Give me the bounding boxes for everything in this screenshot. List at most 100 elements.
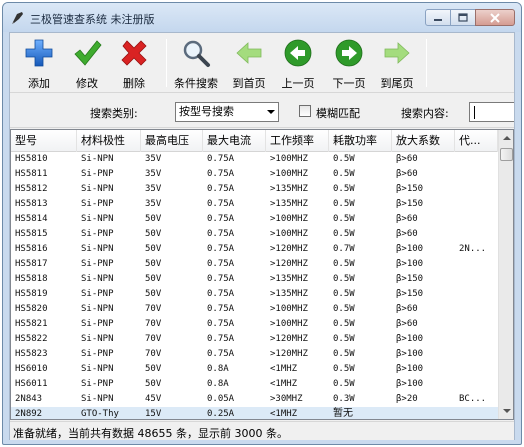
column-header[interactable]: 最高电压 xyxy=(141,130,203,152)
table-row[interactable]: HS5817 Si-PNP 50V 0.75A >120MHZ 0.5W β>100 xyxy=(11,257,498,272)
table-cell: >100MHZ xyxy=(270,304,308,314)
prev-page-button[interactable]: 上一页 xyxy=(272,35,324,91)
column-header[interactable]: 最大电流 xyxy=(203,130,266,152)
fuzzy-match-label: 模糊匹配 xyxy=(316,107,360,120)
table-cell: β>100 xyxy=(396,244,424,254)
table-cell: Si-PNP xyxy=(81,379,114,389)
scroll-down-button[interactable] xyxy=(499,403,513,419)
table-cell: β>60 xyxy=(396,319,418,329)
column-header[interactable]: 材料极性 xyxy=(77,130,141,152)
table-cell: Si-NPN xyxy=(81,184,114,194)
close-icon xyxy=(490,12,500,23)
table-row[interactable]: 2N843 Si-NPN 45V 0.05A >30MHZ 0.3W β>20 BC... xyxy=(11,392,498,407)
table-row[interactable]: HS5810 Si-NPN 35V 0.75A >100MHZ 0.5W β>60 xyxy=(11,152,498,167)
table-cell: 0.5W xyxy=(333,184,355,194)
table-cell: BC... xyxy=(459,394,487,404)
table-cell: 35V xyxy=(145,184,162,194)
table-cell: 50V xyxy=(145,379,162,389)
table-row[interactable]: HS6010 Si-NPN 50V 0.8A <1MHZ 0.5W β>100 xyxy=(11,362,498,377)
table-cell: 0.75A xyxy=(207,169,235,179)
column-header[interactable]: 放大系数 xyxy=(392,130,455,152)
first-page-button[interactable]: 到首页 xyxy=(223,35,275,91)
table-cell: Si-PNP xyxy=(81,319,114,329)
filter-search-button[interactable]: 条件搜索 xyxy=(170,35,222,91)
table-row[interactable]: HS5820 Si-NPN 70V 0.75A >100MHZ 0.5W β>60 xyxy=(11,302,498,317)
table-cell: <1MHZ xyxy=(270,379,298,389)
edit-button[interactable]: 修改 xyxy=(61,35,113,91)
maximize-button[interactable] xyxy=(450,9,476,26)
table-cell: 0.75A xyxy=(207,244,235,254)
table-row[interactable]: HS5815 Si-PNP 50V 0.75A >100MHZ 0.5W β>60 xyxy=(11,227,498,242)
table-cell: β>150 xyxy=(396,289,424,299)
table-cell: >135MHZ xyxy=(270,274,308,284)
search-content-label: 搜索内容: xyxy=(401,107,449,120)
table-cell: 0.75A xyxy=(207,229,235,239)
scroll-thumb[interactable] xyxy=(500,148,513,161)
delete-button[interactable]: 删除 xyxy=(108,35,160,91)
table-cell: HS5822 xyxy=(15,334,48,344)
next-page-icon xyxy=(335,39,363,67)
next-page-button[interactable]: 下一页 xyxy=(323,35,375,91)
column-header[interactable]: 型号 xyxy=(11,130,77,152)
table-row[interactable]: HS6011 Si-PNP 50V 0.8A <1MHZ 0.5W β>100 xyxy=(11,377,498,392)
search-content-input[interactable] xyxy=(469,102,514,122)
table-cell: 0.05A xyxy=(207,394,235,404)
table-cell xyxy=(455,272,498,287)
add-icon xyxy=(25,39,53,67)
table-cell: 70V xyxy=(145,349,162,359)
table-cell: 0.5W xyxy=(333,379,355,389)
table-cell: 0.5W xyxy=(333,289,355,299)
table-cell: GTO-Thy xyxy=(81,409,119,419)
table-row[interactable]: HS5816 Si-NPN 50V 0.75A >120MHZ 0.7W β>100 2N..… xyxy=(11,242,498,257)
column-header[interactable]: 工作频率 xyxy=(266,130,329,152)
table-cell: 0.5W xyxy=(333,334,355,344)
vertical-scrollbar[interactable] xyxy=(498,130,513,419)
window-title: 三极管速查系统 未注册版 xyxy=(30,13,155,26)
table-row[interactable]: HS5821 Si-PNP 70V 0.75A >100MHZ 0.5W β>60 xyxy=(11,317,498,332)
table-cell: 0.5W xyxy=(333,259,355,269)
table-row[interactable]: HS5812 Si-NPN 35V 0.75A >135MHZ 0.5W β>150 xyxy=(11,182,498,197)
table-cell: 50V xyxy=(145,289,162,299)
search-category-select[interactable]: 按型号搜索 xyxy=(175,102,279,122)
table-cell: >120MHZ xyxy=(270,334,308,344)
table-cell: 0.8A xyxy=(207,379,229,389)
search-category-value: 按型号搜索 xyxy=(179,105,234,118)
table-cell: Si-NPN xyxy=(81,154,114,164)
table-row[interactable]: HS5813 Si-PNP 35V 0.75A >135MHZ 0.5W β>150 xyxy=(11,197,498,212)
table-cell: HS5816 xyxy=(15,244,48,254)
table-cell: >120MHZ xyxy=(270,244,308,254)
text-caret xyxy=(474,106,475,119)
title-bar[interactable]: 三极管速查系统 未注册版 xyxy=(3,3,521,32)
table-cell: 0.75A xyxy=(207,319,235,329)
table-cell: Si-NPN xyxy=(81,334,114,344)
table-cell xyxy=(455,377,498,392)
first-page-icon xyxy=(236,42,262,64)
table-row[interactable]: HS5819 Si-PNP 50V 0.75A >135MHZ 0.5W β>150 xyxy=(11,287,498,302)
toolbar: 添加 修改 删除 条件搜索 到首页 上一页 下一页 到尾页 xyxy=(10,33,514,93)
minimize-button[interactable] xyxy=(425,9,451,26)
table-cell: 70V xyxy=(145,334,162,344)
last-page-label: 到尾页 xyxy=(380,77,414,90)
table-cell: 0.5W xyxy=(333,364,355,374)
table-cell: >135MHZ xyxy=(270,199,308,209)
column-header[interactable]: 耗散功率 xyxy=(329,130,392,152)
table-cell: HS6010 xyxy=(15,364,48,374)
table-row[interactable]: HS5823 Si-PNP 70V 0.75A >120MHZ 0.5W β>100 xyxy=(11,347,498,362)
table-row[interactable]: HS5811 Si-PNP 35V 0.75A >100MHZ 0.5W β>60 xyxy=(11,167,498,182)
table-row[interactable]: 2N892 GTO-Thy 15V 0.25A <1MHZ 暂无 xyxy=(11,407,498,419)
table-row[interactable]: HS5814 Si-NPN 50V 0.75A >100MHZ 0.5W β>60 xyxy=(11,212,498,227)
table-row[interactable]: HS5818 Si-NPN 50V 0.75A >135MHZ 0.5W β>150 xyxy=(11,272,498,287)
column-header[interactable]: 代... xyxy=(455,130,498,152)
table-cell: 0.75A xyxy=(207,199,235,209)
table-cell: Si-PNP xyxy=(81,289,114,299)
scroll-up-button[interactable] xyxy=(499,130,513,146)
search-icon xyxy=(183,40,210,67)
fuzzy-match-checkbox[interactable] xyxy=(299,105,311,117)
table-cell xyxy=(455,182,498,197)
table-cell: 2N843 xyxy=(15,394,43,404)
table-cell: 50V xyxy=(145,244,162,254)
close-button[interactable] xyxy=(475,9,515,26)
table-row[interactable]: HS5822 Si-NPN 70V 0.75A >120MHZ 0.5W β>100 xyxy=(11,332,498,347)
add-button[interactable]: 添加 xyxy=(13,35,65,91)
last-page-button[interactable]: 到尾页 xyxy=(371,35,423,91)
